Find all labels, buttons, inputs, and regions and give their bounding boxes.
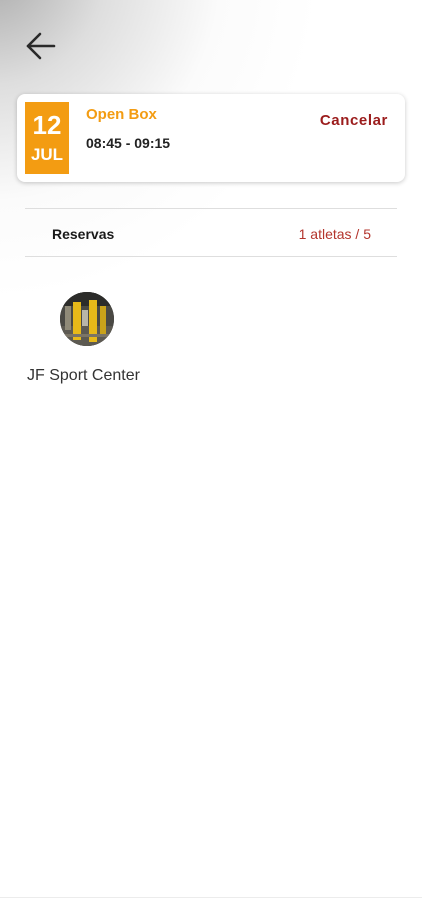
gym-photo-avatar [60, 292, 114, 346]
reservations-count: 1 atletas / 5 [298, 226, 371, 242]
class-name: Open Box [86, 106, 157, 123]
class-time: 08:45 - 09:15 [86, 135, 171, 151]
date-badge: 12 JUL [25, 102, 69, 174]
cancel-button[interactable]: Cancelar [320, 112, 388, 129]
back-button[interactable] [18, 26, 62, 66]
reservations-label: Reservas [52, 226, 115, 242]
date-month: JUL [30, 145, 64, 164]
athlete-avatar[interactable] [60, 292, 114, 346]
divider-top [25, 208, 397, 209]
bottom-divider [0, 897, 422, 898]
divider-bottom [25, 256, 397, 257]
arrow-left-icon [26, 32, 56, 60]
athlete-name: JF Sport Center [27, 367, 140, 384]
date-day: 12 [32, 110, 62, 140]
class-card: 12 JUL Open Box 08:45 - 09:15 Cancelar [17, 94, 405, 182]
